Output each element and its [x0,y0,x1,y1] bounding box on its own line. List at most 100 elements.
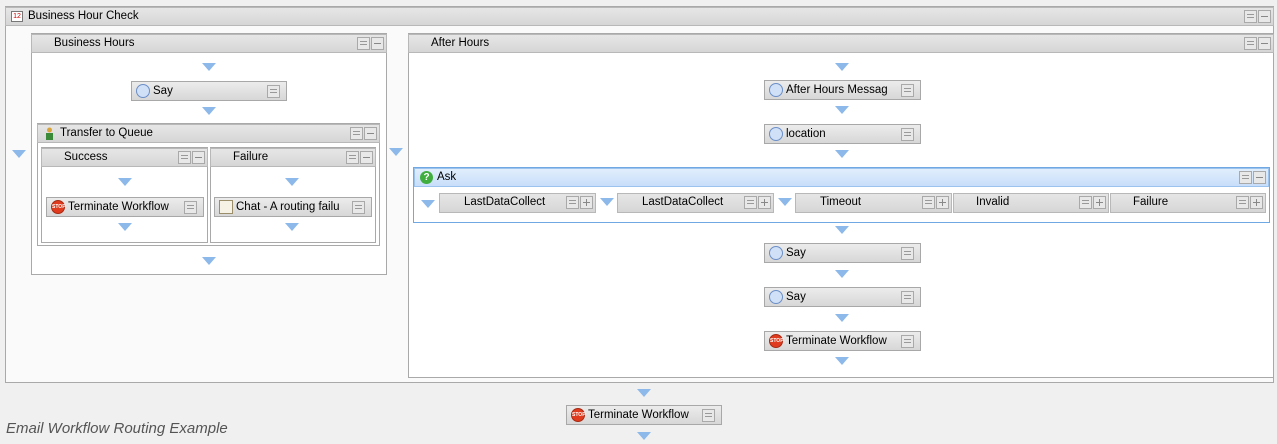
menu-icon[interactable] [901,84,914,97]
menu-icon[interactable] [267,85,280,98]
success-branch-title: Success [64,151,108,163]
stop-icon: STOP [51,200,66,214]
after-hours-message-label: After Hours Messag [786,84,888,96]
business-hour-check-header[interactable]: 12 Business Hour Check [5,7,1274,26]
say-node[interactable]: Say [764,243,921,263]
ask-branch-invalid[interactable]: Invalid [953,193,1109,213]
menu-icon[interactable] [922,196,935,209]
after-hours-header[interactable]: After Hours [408,34,1274,53]
flow-arrow-icon [835,270,849,278]
expand-icon[interactable] [1250,196,1263,209]
stop-icon: STOP [571,408,586,422]
ask-title: Ask [437,171,457,183]
menu-icon[interactable] [352,201,365,214]
terminate-workflow-node[interactable]: STOP Terminate Workflow [566,405,722,425]
calendar-icon: 12 [11,11,23,22]
flow-arrow-icon [835,63,849,71]
menu-icon[interactable] [1244,10,1257,23]
flow-arrow-icon [600,198,614,206]
chat-node[interactable]: Chat - A routing failu [214,197,372,217]
speech-bubble-icon [136,84,150,98]
expand-icon[interactable] [1093,196,1106,209]
say-node[interactable]: Say [764,287,921,307]
menu-icon[interactable] [1244,37,1257,50]
mail-icon [219,200,233,214]
location-node[interactable]: location [764,124,921,144]
menu-icon[interactable] [702,409,715,422]
success-branch-header[interactable]: Success [41,148,208,167]
flow-arrow-icon [835,106,849,114]
after-hours-message-node[interactable]: After Hours Messag [764,80,921,100]
collapse-icon[interactable] [192,151,205,164]
menu-icon[interactable] [566,196,579,209]
menu-icon[interactable] [1236,196,1249,209]
menu-icon[interactable] [184,201,197,214]
terminate-workflow-node[interactable]: STOP Terminate Workflow [46,197,204,217]
collapse-icon[interactable] [360,151,373,164]
expand-icon[interactable] [936,196,949,209]
flow-arrow-icon [202,63,216,71]
failure-branch-header[interactable]: Failure [210,148,376,167]
terminate-workflow-node[interactable]: STOP Terminate Workflow [764,331,921,351]
collapse-icon[interactable] [1258,10,1271,23]
flow-arrow-icon [778,198,792,206]
ask-branch-timeout[interactable]: Timeout [795,193,952,213]
figure-caption: Email Workflow Routing Example [6,420,228,437]
say-node[interactable]: Say [131,81,287,101]
terminate-workflow-label: Terminate Workflow [588,409,689,421]
menu-icon[interactable] [901,291,914,304]
ask-branch-label: Failure [1133,196,1169,208]
flow-arrow-icon [637,389,651,397]
menu-icon[interactable] [350,127,363,140]
ask-branch-label: Timeout [820,196,862,208]
collapse-icon[interactable] [1258,37,1271,50]
menu-icon[interactable] [901,128,914,141]
speech-bubble-icon [769,290,783,304]
chat-node-label: Chat - A routing failu [236,201,340,213]
menu-icon[interactable] [178,151,191,164]
say-node-label: Say [786,291,806,303]
transfer-to-queue-header[interactable]: Transfer to Queue [37,124,380,143]
speech-bubble-icon [769,246,783,260]
menu-icon[interactable] [901,335,914,348]
flow-arrow-icon [202,107,216,115]
terminate-workflow-label: Terminate Workflow [786,335,887,347]
stop-icon: STOP [769,334,784,348]
flow-arrow-icon [118,223,132,231]
flow-arrow-icon [835,226,849,234]
flow-arrow-icon [285,178,299,186]
ask-header[interactable]: ? Ask [414,168,1269,187]
ask-branch-lastdatacollect-2[interactable]: LastDataCollect [617,193,774,213]
flow-arrow-icon [835,357,849,365]
flow-arrow-icon [421,200,435,208]
terminate-workflow-label: Terminate Workflow [68,201,169,213]
ask-branch-label: Invalid [976,196,1010,208]
flow-arrow-icon [835,314,849,322]
business-hours-header[interactable]: Business Hours [31,34,387,53]
failure-branch-title: Failure [233,151,269,163]
location-node-label: location [786,128,826,140]
collapse-icon[interactable] [371,37,384,50]
flow-arrow-icon [202,257,216,265]
menu-icon[interactable] [346,151,359,164]
collapse-icon[interactable] [364,127,377,140]
ask-branch-failure[interactable]: Failure [1110,193,1266,213]
ask-branch-label: LastDataCollect [464,196,546,208]
ask-branch-lastdatacollect-1[interactable]: LastDataCollect [439,193,596,213]
say-node-label: Say [786,247,806,259]
flow-arrow-icon [637,432,651,440]
business-hours-title: Business Hours [54,37,135,49]
flow-arrow-icon [285,223,299,231]
ask-branch-label: LastDataCollect [642,196,724,208]
menu-icon[interactable] [744,196,757,209]
expand-icon[interactable] [758,196,771,209]
menu-icon[interactable] [1239,171,1252,184]
after-hours-title: After Hours [431,37,490,49]
flow-arrow-icon [389,148,403,156]
menu-icon[interactable] [901,247,914,260]
menu-icon[interactable] [357,37,370,50]
menu-icon[interactable] [1079,196,1092,209]
collapse-icon[interactable] [1253,171,1266,184]
flow-arrow-icon [12,150,26,158]
expand-icon[interactable] [580,196,593,209]
